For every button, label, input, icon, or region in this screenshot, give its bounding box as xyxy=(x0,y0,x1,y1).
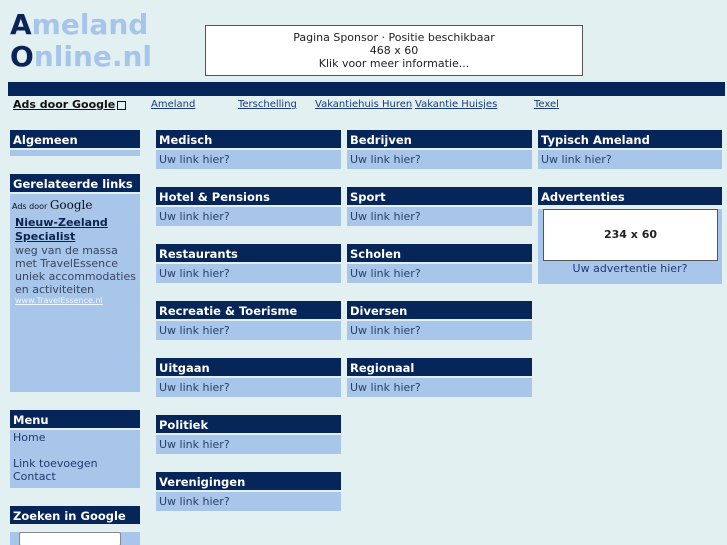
advertenties-box: Advertenties 234 x 60 Uw advertentie hie… xyxy=(538,187,722,284)
nav-link-ameland[interactable]: Ameland xyxy=(151,99,195,110)
category-title: Medisch xyxy=(156,130,341,150)
nav-link-terschelling[interactable]: Terschelling xyxy=(238,99,297,110)
box-body: Uw link hier? xyxy=(156,435,341,454)
ad-title-link[interactable]: Nieuw-Zeeland Specialist xyxy=(12,216,140,244)
category-title: Diversen xyxy=(347,301,532,321)
sponsor-line: Klik voor meer informatie... xyxy=(318,57,470,70)
menu-item-home[interactable]: Home xyxy=(13,431,140,444)
box-body: Uw link hier? xyxy=(156,150,341,169)
box-body xyxy=(10,150,140,156)
add-link-here[interactable]: Uw link hier? xyxy=(159,492,341,511)
ads-label: Ads door Google xyxy=(13,98,116,111)
box-body: Uw link hier? xyxy=(156,321,341,340)
category-title: Typisch Ameland xyxy=(538,130,722,150)
add-link-here[interactable]: Uw link hier? xyxy=(541,150,722,169)
category-box-diversen: Diversen Uw link hier? xyxy=(347,301,532,340)
menu-item-contact[interactable]: Contact xyxy=(13,470,140,483)
category-box-recreatie-and-toerisme: Recreatie & Toerisme Uw link hier? xyxy=(156,301,341,340)
algemeen-box: Algemeen xyxy=(10,130,140,156)
category-box-regionaal: Regionaal Uw link hier? xyxy=(347,358,532,397)
google-search-input[interactable] xyxy=(19,532,121,545)
category-title: Politiek xyxy=(156,415,341,435)
add-link-here[interactable]: Uw link hier? xyxy=(159,264,341,283)
box-body: Home Link toevoegen Contact xyxy=(10,430,140,488)
nav-link-vakantie-huisjes[interactable]: Vakantie Huisjes xyxy=(415,99,497,110)
box-title: Menu xyxy=(10,410,140,430)
site-logo[interactable]: Ameland Online.nl xyxy=(10,9,152,73)
category-title: Regionaal xyxy=(347,358,532,378)
logo-text: meland xyxy=(31,8,149,41)
add-link-here[interactable]: Uw link hier? xyxy=(350,150,532,169)
google-search-box: Zoeken in Google xyxy=(10,506,140,545)
category-title: Verenigingen xyxy=(156,472,341,492)
category-box-restaurants: Restaurants Uw link hier? xyxy=(156,244,341,283)
box-body: Uw link hier? xyxy=(347,207,532,226)
ad-url-link[interactable]: www.TravelEssence.nl xyxy=(12,296,140,305)
box-body: 234 x 60 Uw advertentie hier? xyxy=(538,209,722,284)
category-title: Hotel & Pensions xyxy=(156,187,341,207)
category-title: Restaurants xyxy=(156,244,341,264)
add-link-here[interactable]: Uw link hier? xyxy=(159,150,341,169)
external-link-icon xyxy=(117,100,127,110)
box-body xyxy=(10,532,140,545)
box-body: Uw link hier? xyxy=(156,378,341,397)
category-box-bedrijven: Bedrijven Uw link hier? xyxy=(347,130,532,169)
logo-letter: A xyxy=(10,8,32,41)
related-links-box: Gerelateerde links Ads door Google Nieuw… xyxy=(10,174,140,392)
add-link-here[interactable]: Uw link hier? xyxy=(159,378,341,397)
box-body: Uw link hier? xyxy=(156,492,341,511)
sponsor-banner[interactable]: Pagina Sponsor · Positie beschikbaar 468… xyxy=(205,25,583,76)
ad-text: weg van de massa met TravelEssence uniek… xyxy=(15,244,136,296)
category-box-verenigingen: Verenigingen Uw link hier? xyxy=(156,472,341,511)
category-box-uitgaan: Uitgaan Uw link hier? xyxy=(156,358,341,397)
add-link-here[interactable]: Uw link hier? xyxy=(159,321,341,340)
add-link-here[interactable]: Uw link hier? xyxy=(350,264,532,283)
category-box-politiek: Politiek Uw link hier? xyxy=(156,415,341,454)
add-link-here[interactable]: Uw link hier? xyxy=(350,207,532,226)
ad-banner-placeholder[interactable]: 234 x 60 xyxy=(543,209,718,261)
category-box-sport: Sport Uw link hier? xyxy=(347,187,532,226)
box-title: Advertenties xyxy=(538,187,722,207)
menu-box: Menu Home Link toevoegen Contact xyxy=(10,410,140,488)
nav-link-texel[interactable]: Texel xyxy=(534,99,559,110)
logo-letter: O xyxy=(10,40,34,73)
box-body: Uw link hier? xyxy=(156,264,341,283)
category-title: Sport xyxy=(347,187,532,207)
category-title: Scholen xyxy=(347,244,532,264)
box-body: Uw link hier? xyxy=(538,150,722,169)
category-title: Recreatie & Toerisme xyxy=(156,301,341,321)
google-logo: Google xyxy=(49,198,93,212)
top-bar xyxy=(8,82,725,96)
add-link-here[interactable]: Uw link hier? xyxy=(350,321,532,340)
logo-text: nline.nl xyxy=(33,40,153,73)
box-body: Uw link hier? xyxy=(347,150,532,169)
ad-link-bar: Ads door Google Ameland Terschelling Vak… xyxy=(0,98,727,114)
category-box-hotel-and-pensions: Hotel & Pensions Uw link hier? xyxy=(156,187,341,226)
ads-by-google-link[interactable]: Ads door Google xyxy=(13,98,127,111)
ads-by-google-label[interactable]: Ads door Google xyxy=(12,194,140,214)
sponsor-size: 468 x 60 xyxy=(369,44,419,57)
box-title: Gerelateerde links xyxy=(10,174,140,194)
box-body: Ads door Google Nieuw-Zeeland Specialist… xyxy=(10,194,140,392)
box-title: Zoeken in Google xyxy=(10,506,140,526)
menu-item-link-toevoegen[interactable]: Link toevoegen xyxy=(13,457,140,470)
box-title: Algemeen xyxy=(10,130,140,150)
box-body: Uw link hier? xyxy=(347,264,532,283)
category-title: Uitgaan xyxy=(156,358,341,378)
category-box-medisch: Medisch Uw link hier? xyxy=(156,130,341,169)
box-body: Uw link hier? xyxy=(347,378,532,397)
advertise-here-link[interactable]: Uw advertentie hier? xyxy=(538,261,722,276)
category-title: Bedrijven xyxy=(347,130,532,150)
box-body: Uw link hier? xyxy=(347,321,532,340)
sponsor-line: Pagina Sponsor · Positie beschikbaar xyxy=(293,31,495,44)
category-box-scholen: Scholen Uw link hier? xyxy=(347,244,532,283)
category-box-typisch-ameland: Typisch Ameland Uw link hier? xyxy=(538,130,722,169)
add-link-here[interactable]: Uw link hier? xyxy=(159,435,341,454)
ads-prefix: Ads door xyxy=(12,202,48,211)
box-body: Uw link hier? xyxy=(156,207,341,226)
add-link-here[interactable]: Uw link hier? xyxy=(159,207,341,226)
add-link-here[interactable]: Uw link hier? xyxy=(350,378,532,397)
nav-link-vakantiehuis-huren[interactable]: Vakantiehuis Huren xyxy=(315,99,412,110)
